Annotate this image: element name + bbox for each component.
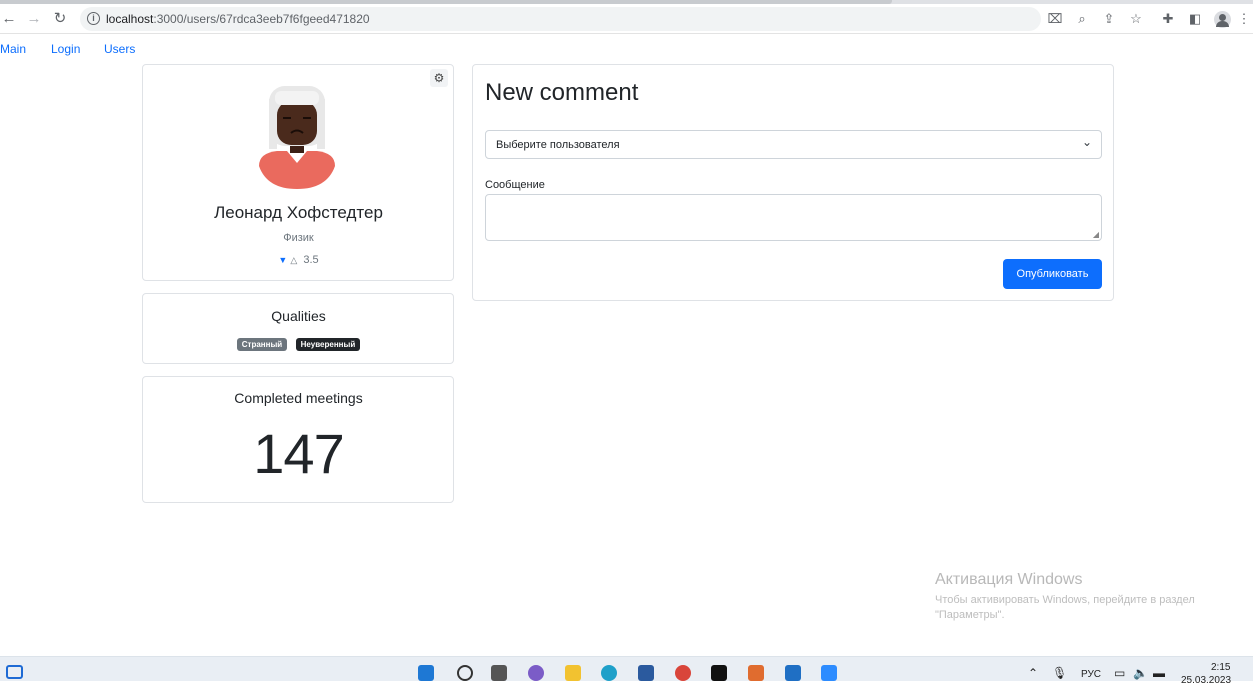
- activation-watermark-title: Активация Windows: [935, 571, 1083, 588]
- battery-icon[interactable]: ▬: [1153, 666, 1165, 680]
- rating-value: 3.5: [303, 254, 319, 266]
- rating-down-icon[interactable]: ▼: [278, 255, 287, 265]
- publish-button[interactable]: Опубликовать: [1003, 259, 1102, 289]
- profile-avatar-icon[interactable]: [1214, 11, 1231, 28]
- network-icon[interactable]: ▭: [1114, 666, 1125, 680]
- qualities-title: Qualities: [271, 308, 326, 324]
- language-indicator[interactable]: РУС: [1081, 669, 1101, 680]
- chrome-icon[interactable]: [675, 665, 691, 681]
- terminal-icon[interactable]: [711, 665, 727, 681]
- profile-card: ⚙ Леонард Хофстедтер Физик ▼ △ 3.5: [142, 64, 454, 281]
- new-comment-card: New comment Выберите пользователя ⌄ Сооб…: [472, 64, 1114, 301]
- git-app-icon[interactable]: [748, 665, 764, 681]
- browser-toolbar: ← → ↻ i localhost:3000/users/67rdca3eeb7…: [0, 4, 1253, 34]
- chat-icon[interactable]: [528, 665, 544, 681]
- user-rating: ▼ △ 3.5: [143, 254, 454, 266]
- user-select[interactable]: Выберите пользователя ⌄: [485, 130, 1102, 159]
- edge-icon[interactable]: [601, 665, 617, 681]
- rating-up-icon[interactable]: △: [290, 255, 297, 265]
- meetings-title: Completed meetings: [234, 390, 363, 406]
- site-info-icon[interactable]: i: [87, 12, 100, 25]
- nav-main-link[interactable]: Main: [0, 42, 26, 56]
- volume-icon[interactable]: 🔈: [1133, 666, 1148, 680]
- search-icon[interactable]: [457, 665, 473, 681]
- extensions-icon[interactable]: ✚: [1160, 11, 1176, 27]
- windows-taskbar: ⌃ 🎙 РУС ▭ 🔈 ▬ 2:15 25.03.2023: [0, 656, 1253, 686]
- bookmark-star-icon[interactable]: ☆: [1128, 11, 1144, 27]
- microphone-icon[interactable]: 🎙: [1052, 666, 1067, 680]
- nav-users-link[interactable]: Users: [104, 42, 135, 56]
- widgets-icon[interactable]: [6, 665, 23, 679]
- comment-form-title: New comment: [485, 79, 639, 106]
- quality-badge: Неуверенный: [295, 338, 361, 351]
- store-icon[interactable]: [638, 665, 654, 681]
- user-select-value: Выберите пользователя: [496, 139, 620, 151]
- message-textarea[interactable]: ◢: [485, 194, 1102, 241]
- vscode-icon[interactable]: [785, 665, 801, 681]
- nav-login-link[interactable]: Login: [51, 42, 80, 56]
- activation-watermark-text: Чтобы активировать Windows, перейдите в …: [935, 594, 1195, 621]
- quality-badge: Странный: [236, 338, 288, 351]
- start-icon[interactable]: [418, 665, 434, 681]
- side-panel-icon[interactable]: ◧: [1187, 11, 1203, 27]
- task-view-icon[interactable]: [491, 665, 507, 681]
- zoom-app-icon[interactable]: [821, 665, 837, 681]
- qualities-card: Qualities Странный Неуверенный: [142, 293, 454, 364]
- resize-handle-icon[interactable]: ◢: [1093, 230, 1099, 239]
- user-profession: Физик: [283, 232, 314, 244]
- address-bar[interactable]: i localhost:3000/users/67rdca3eeb7f6fgee…: [80, 7, 1041, 31]
- qualities-badges: Странный Неуверенный: [143, 334, 454, 352]
- zoom-icon[interactable]: ⌕: [1074, 11, 1090, 27]
- reload-icon[interactable]: ↻: [51, 10, 69, 28]
- file-explorer-icon[interactable]: [565, 665, 581, 681]
- clock-time[interactable]: 2:15: [1211, 662, 1230, 673]
- message-label: Сообщение: [485, 179, 545, 191]
- meetings-card: Completed meetings 147: [142, 376, 454, 503]
- translate-icon[interactable]: ⌧: [1047, 11, 1063, 27]
- url-text: localhost:3000/users/67rdca3eeb7f6fgeed4…: [106, 12, 370, 26]
- user-avatar: [259, 86, 335, 189]
- meetings-count: 147: [253, 422, 344, 485]
- forward-icon[interactable]: →: [25, 10, 43, 28]
- menu-dots-icon[interactable]: ⋮: [1236, 11, 1252, 27]
- back-icon[interactable]: ←: [0, 10, 18, 28]
- tray-chevron-icon[interactable]: ⌃: [1028, 666, 1038, 680]
- settings-gear-icon[interactable]: ⚙: [430, 69, 448, 87]
- chevron-down-icon: ⌄: [1081, 135, 1092, 149]
- share-icon[interactable]: ⇪: [1101, 11, 1117, 27]
- user-name: Леонард Хофстедтер: [214, 203, 383, 222]
